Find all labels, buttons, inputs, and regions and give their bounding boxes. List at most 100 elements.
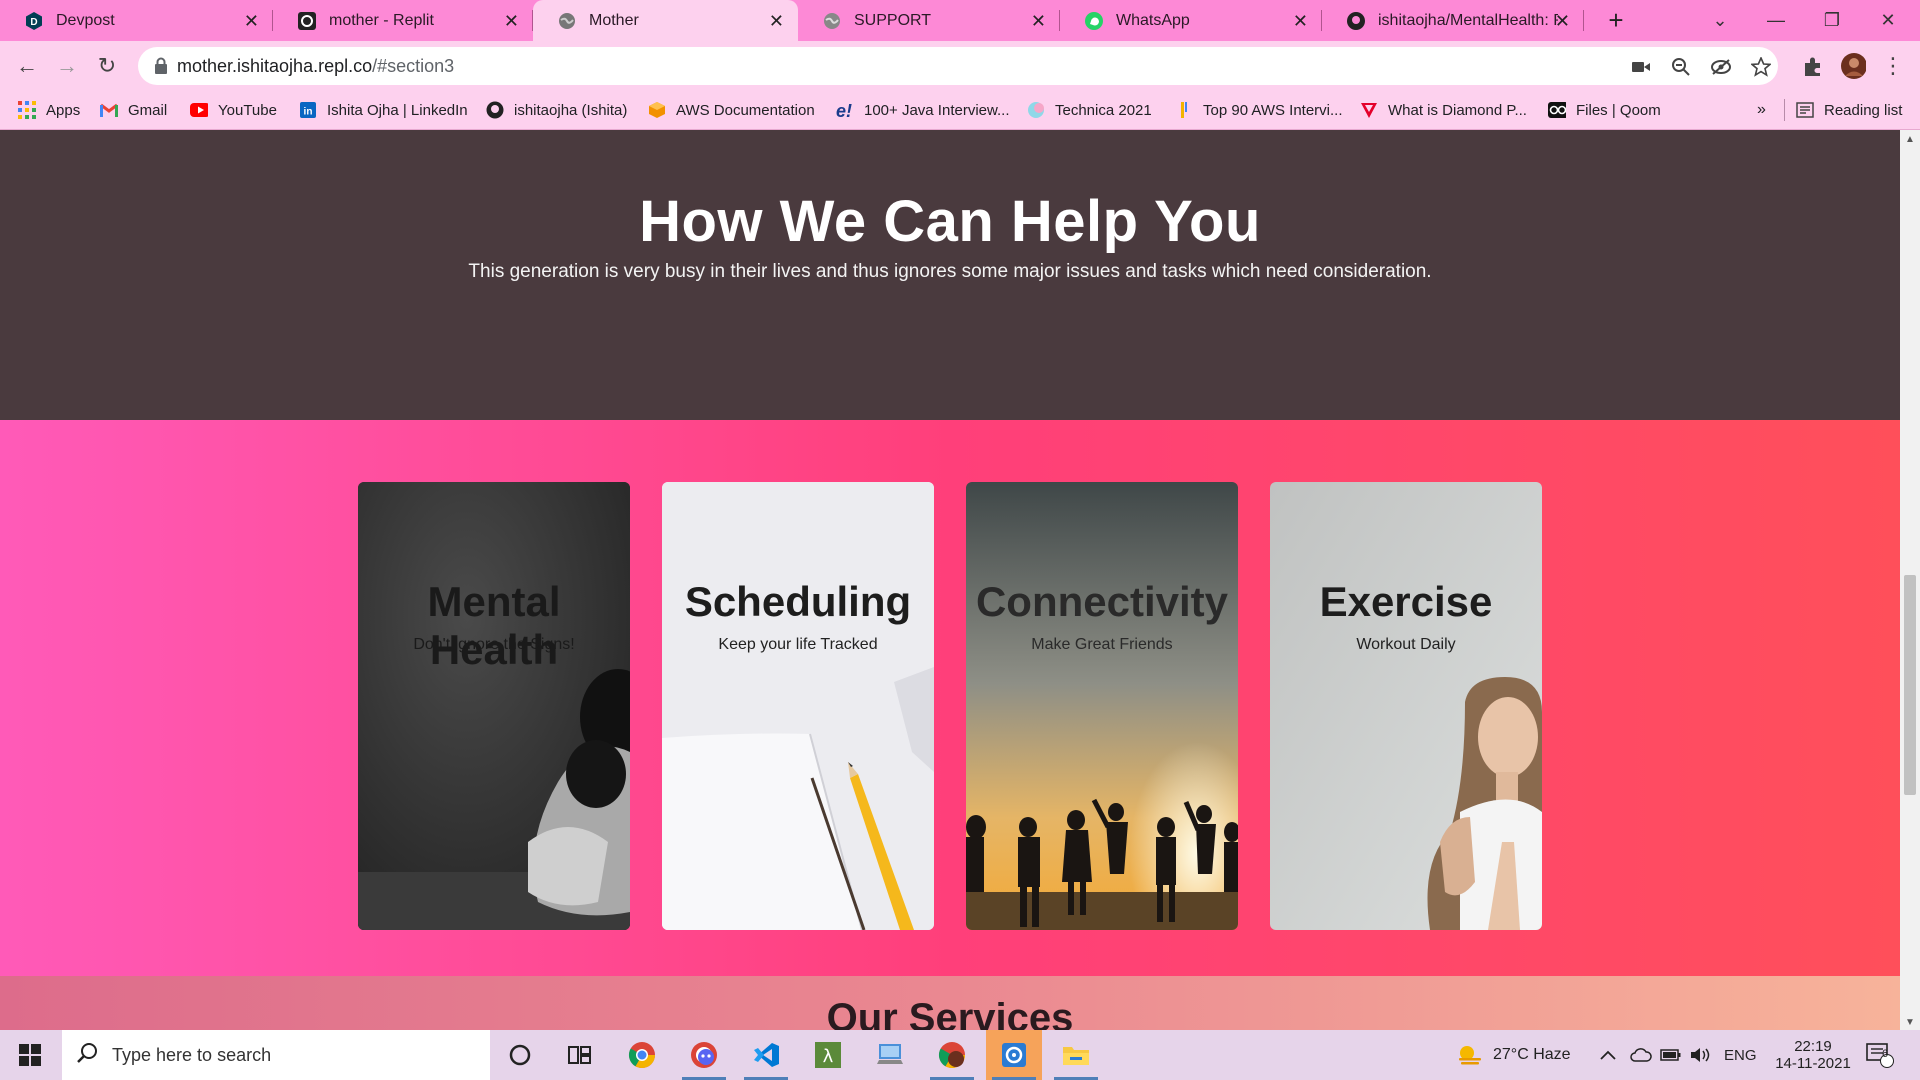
bookmark-icon <box>1175 101 1193 119</box>
tab-title: Devpost <box>56 11 115 29</box>
address-bar[interactable]: mother.ishitaojha.repl.co/#section3 <box>138 47 1778 85</box>
bookmark-gmail[interactable]: Gmail <box>100 90 167 130</box>
notifications-button[interactable]: 6 <box>1866 1030 1894 1080</box>
battery-icon[interactable] <box>1660 1030 1682 1080</box>
minimize-button[interactable]: — <box>1748 0 1804 41</box>
bookmark-qoom[interactable]: Files | Qoom <box>1548 90 1661 130</box>
terminal-icon[interactable]: λ <box>800 1030 856 1080</box>
bookmark-youtube[interactable]: YouTube <box>190 90 277 130</box>
browser-menu-icon[interactable]: ⋮ <box>1880 53 1906 79</box>
card-scheduling[interactable]: Scheduling Keep your life Tracked <box>662 482 934 930</box>
scrollbar-thumb[interactable] <box>1904 575 1916 795</box>
bookmark-aws-interview[interactable]: Top 90 AWS Intervi... <box>1175 90 1343 130</box>
help-title: How We Can Help You <box>639 189 1261 254</box>
bookmark-github[interactable]: ishitaojha (Ishita) <box>486 90 627 130</box>
card-exercise[interactable]: Exercise Workout Daily <box>1270 482 1542 930</box>
svg-text:λ: λ <box>823 1046 834 1067</box>
bookmark-apps[interactable]: Apps <box>18 90 80 130</box>
bookmark-label: Top 90 AWS Intervi... <box>1203 101 1343 119</box>
woman-meditating-image <box>1270 482 1542 930</box>
tab-whatsapp[interactable]: WhatsApp ✕ <box>1060 0 1322 41</box>
onedrive-cloud-icon[interactable] <box>1630 1030 1652 1080</box>
input-language[interactable]: ENG <box>1724 1030 1757 1080</box>
tab-support[interactable]: SUPPORT ✕ <box>798 0 1060 41</box>
bookmark-technica[interactable]: Technica 2021 <box>1027 90 1152 130</box>
tab-strip: D Devpost ✕ mother - Replit ✕ Mother ✕ S… <box>0 0 1920 41</box>
close-tab-icon[interactable]: ✕ <box>1555 11 1570 32</box>
clock-time: 22:19 <box>1794 1038 1832 1055</box>
camera-icon[interactable] <box>1630 56 1652 78</box>
scroll-up-arrow-icon[interactable]: ▲ <box>1905 134 1915 145</box>
windows-start-button[interactable] <box>10 1040 50 1070</box>
edureka-icon: e! <box>836 101 854 119</box>
close-tab-icon[interactable]: ✕ <box>1031 11 1046 32</box>
aws-icon <box>648 101 666 119</box>
forward-button[interactable]: → <box>50 49 84 83</box>
bookmark-aws[interactable]: AWS Documentation <box>648 90 815 130</box>
svg-text:in: in <box>304 107 313 118</box>
close-window-button[interactable]: ✕ <box>1860 0 1916 41</box>
close-tab-icon[interactable]: ✕ <box>1293 11 1308 32</box>
tracking-blocked-icon[interactable] <box>1710 56 1732 78</box>
discord-chrome-icon[interactable] <box>676 1030 732 1080</box>
cortana-icon[interactable] <box>492 1030 548 1080</box>
tab-mother[interactable]: Mother ✕ <box>533 0 798 41</box>
task-view-icon[interactable] <box>552 1030 608 1080</box>
bookmark-star-icon[interactable] <box>1750 56 1772 78</box>
close-tab-icon[interactable]: ✕ <box>244 11 259 32</box>
bookmark-diamond[interactable]: What is Diamond P... <box>1360 90 1527 130</box>
screen-recorder-icon[interactable] <box>986 1030 1042 1080</box>
taskbar-search-box[interactable]: Type here to search <box>62 1030 490 1080</box>
tab-title: WhatsApp <box>1116 11 1190 29</box>
bookmark-label: Technica 2021 <box>1055 101 1152 119</box>
tab-devpost[interactable]: D Devpost ✕ <box>0 0 273 41</box>
github-icon <box>486 101 504 119</box>
close-tab-icon[interactable]: ✕ <box>769 11 784 32</box>
card-title: Mental Health <box>427 578 561 673</box>
card-connectivity[interactable]: Connectivity Make Great Friends <box>966 482 1238 930</box>
vscode-icon[interactable] <box>738 1030 794 1080</box>
tab-replit[interactable]: mother - Replit ✕ <box>273 0 533 41</box>
card-subtitle: Make Great Friends <box>1031 636 1173 653</box>
close-tab-icon[interactable]: ✕ <box>504 11 519 32</box>
file-explorer-icon[interactable] <box>1048 1030 1104 1080</box>
chrome-profile-icon[interactable] <box>924 1030 980 1080</box>
devpost-icon: D <box>24 11 44 31</box>
restore-button[interactable]: ❐ <box>1804 0 1860 41</box>
tab-github[interactable]: ishitaojha/MentalHealth: Pc ✕ <box>1322 0 1584 41</box>
youtube-icon <box>190 101 208 119</box>
card-subtitle: Keep your life Tracked <box>718 636 878 653</box>
action-center-icon <box>1866 1043 1894 1068</box>
back-button[interactable]: ← <box>10 49 44 83</box>
card-subtitle: Workout Daily <box>1356 636 1456 653</box>
sad-person-image <box>358 482 630 930</box>
volume-icon[interactable] <box>1690 1030 1712 1080</box>
browser-toolbar: ← → ↻ mother.ishitaojha.repl.co/#section… <box>0 41 1920 90</box>
network-icon[interactable] <box>862 1030 918 1080</box>
lock-icon[interactable] <box>154 57 168 80</box>
tab-search-chevron-icon[interactable]: ⌄ <box>1692 0 1748 41</box>
reading-list-button[interactable]: Reading list <box>1796 90 1902 130</box>
new-tab-button[interactable]: + <box>1600 4 1632 36</box>
show-hidden-icons-chevron-icon[interactable] <box>1600 1030 1616 1080</box>
bookmark-label: ishitaojha (Ishita) <box>514 101 628 119</box>
clock[interactable]: 22:19 14-11-2021 <box>1768 1030 1858 1080</box>
weather-widget[interactable]: 27°C Haze <box>1455 1030 1571 1080</box>
reload-button[interactable]: ↻ <box>90 49 124 83</box>
bookmark-linkedin[interactable]: in Ishita Ojha | LinkedIn <box>299 90 468 130</box>
bookmarks-overflow-button[interactable]: » <box>1757 90 1766 130</box>
page-scrollbar[interactable]: ▲ ▼ <box>1900 130 1920 1030</box>
scroll-down-arrow-icon[interactable]: ▼ <box>1905 1017 1915 1028</box>
profile-avatar[interactable] <box>1840 53 1866 79</box>
linkedin-icon: in <box>299 101 317 119</box>
card-mental-health[interactable]: Mental Health Don't ignore the Signs! <box>358 482 630 930</box>
chrome-icon[interactable] <box>614 1030 670 1080</box>
zoom-icon[interactable] <box>1670 56 1692 78</box>
extensions-puzzle-icon[interactable] <box>1800 53 1826 79</box>
haze-weather-icon <box>1459 1046 1481 1065</box>
bookmark-java-interview[interactable]: e! 100+ Java Interview... <box>836 90 1010 130</box>
tab-title: SUPPORT <box>854 11 932 29</box>
bookmark-label: YouTube <box>218 101 277 119</box>
clock-date: 14-11-2021 <box>1775 1055 1851 1072</box>
replit-icon <box>297 11 317 31</box>
